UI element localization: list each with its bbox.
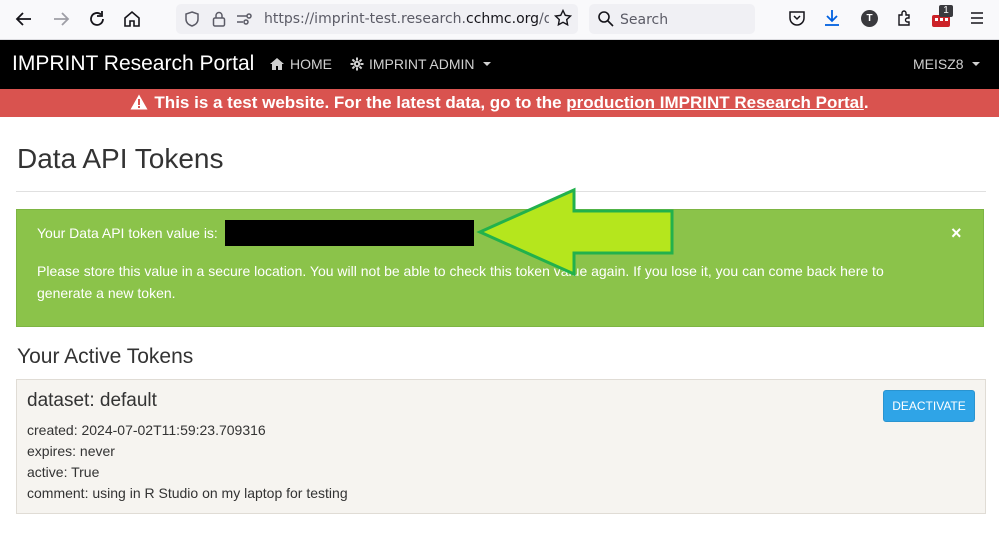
- back-icon[interactable]: [13, 8, 35, 30]
- close-icon[interactable]: ×: [951, 223, 962, 244]
- token-active: active: True: [27, 464, 100, 480]
- reload-icon[interactable]: [86, 8, 108, 30]
- nav-admin-label: IMPRINT ADMIN: [369, 56, 475, 72]
- nav-admin-dropdown[interactable]: IMPRINT ADMIN: [350, 56, 491, 72]
- token-label: Your Data API token value is:: [37, 225, 218, 241]
- token-created: created: 2024-07-02T11:59:23.709316: [27, 422, 266, 438]
- chevron-down-icon: [482, 62, 491, 66]
- token-dataset: dataset: default: [27, 390, 157, 411]
- gear-icon: [350, 57, 364, 71]
- warning-icon: [130, 91, 148, 119]
- download-icon[interactable]: [822, 8, 844, 30]
- address-bar[interactable]: https://imprint-test.research.cchmc.org/…: [176, 4, 578, 34]
- site-navbar: IMPRINT Research Portal HOME IMPRINT ADM…: [0, 40, 999, 89]
- production-portal-link[interactable]: production IMPRINT Research Portal: [566, 93, 864, 112]
- home-icon[interactable]: [121, 8, 143, 30]
- deactivate-button[interactable]: DEACTIVATE: [883, 390, 975, 422]
- banner-text: This is a test website. For the latest d…: [154, 93, 567, 112]
- pocket-icon[interactable]: [787, 8, 809, 30]
- forward-icon[interactable]: [50, 8, 72, 30]
- nav-user-label: MEISZ8: [913, 56, 964, 72]
- profile-avatar[interactable]: T: [861, 10, 878, 27]
- token-value-redacted: [225, 220, 474, 246]
- search-box[interactable]: Search: [589, 4, 755, 34]
- brand-link[interactable]: IMPRINT Research Portal: [12, 52, 254, 76]
- bookmark-star-icon[interactable]: [553, 8, 575, 30]
- extensions-puzzle-icon[interactable]: [895, 8, 917, 30]
- token-expires: expires: never: [27, 443, 115, 459]
- page-title: Data API Tokens: [17, 143, 224, 174]
- browser-toolbar: https://imprint-test.research.cchmc.org/…: [0, 0, 999, 40]
- test-site-banner: This is a test website. For the latest d…: [0, 89, 999, 117]
- chevron-down-icon: [971, 62, 980, 66]
- lock-icon[interactable]: [209, 9, 231, 31]
- token-comment: comment: using in R Studio on my laptop …: [27, 485, 348, 501]
- banner-text-end: .: [863, 93, 869, 112]
- permissions-icon[interactable]: [234, 9, 256, 31]
- nav-home-label: HOME: [290, 56, 332, 72]
- search-icon: [596, 9, 618, 31]
- token-card: dataset: default created: 2024-07-02T11:…: [16, 379, 986, 514]
- menu-hamburger-icon[interactable]: [967, 8, 989, 30]
- search-placeholder: Search: [620, 12, 669, 28]
- shield-icon[interactable]: [182, 9, 204, 31]
- active-tokens-heading: Your Active Tokens: [17, 345, 194, 368]
- url-text[interactable]: https://imprint-test.research.cchmc.org/…: [264, 11, 549, 27]
- nav-user-dropdown[interactable]: MEISZ8: [913, 56, 980, 72]
- nav-home[interactable]: HOME: [269, 56, 332, 72]
- annotation-arrow-icon: [476, 187, 674, 277]
- home-icon: [270, 58, 284, 70]
- extension-badge: 1: [939, 5, 953, 17]
